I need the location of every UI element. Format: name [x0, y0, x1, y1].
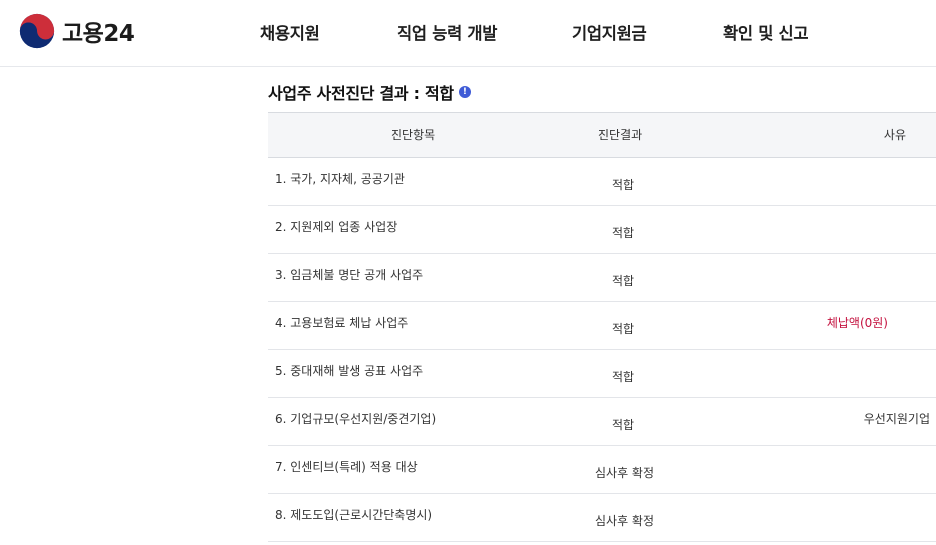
item-cell: 2. 지원제외 업종 사업장	[275, 220, 398, 234]
item-cell: 3. 임금체불 명단 공개 사업주	[275, 268, 424, 282]
table-row: 3. 임금체불 명단 공개 사업주 적합	[268, 254, 936, 302]
nav-item-business-subsidy[interactable]: 기업지원금	[572, 20, 647, 44]
column-header-item: 진단항목	[391, 128, 436, 142]
page-title: 사업주 사전진단 결과 : 적합 !	[268, 80, 471, 104]
item-cell: 7. 인센티브(특례) 적용 대상	[275, 460, 418, 474]
table-row: 7. 인센티브(특례) 적용 대상 심사후 확정	[268, 446, 936, 494]
table-row: 5. 중대재해 발생 공표 사업주 적합	[268, 350, 936, 398]
brand-name: 고용24	[62, 21, 135, 47]
table-row: 4. 고용보험료 체납 사업주 적합 체납액(0원)	[268, 302, 936, 350]
item-cell: 5. 중대재해 발생 공표 사업주	[275, 364, 424, 378]
table-header: 진단항목 진단결과 사유	[268, 113, 936, 158]
result-cell: 적합	[611, 322, 635, 336]
site-logo[interactable]: 고용24	[18, 13, 135, 49]
item-cell: 8. 제도도입(근로시간단축명시)	[275, 508, 433, 522]
table-row: 2. 지원제외 업종 사업장 적합	[268, 206, 936, 254]
site-header: 고용24 채용지원 직업 능력 개발 기업지원금 확인 및 신고	[0, 0, 936, 67]
result-cell: 적합	[611, 274, 635, 288]
result-cell: 적합	[611, 178, 635, 192]
table-row: 1. 국가, 지자체, 공공기관 적합	[268, 158, 936, 206]
nav-item-skills-development[interactable]: 직업 능력 개발	[397, 20, 497, 44]
page-title-text: 사업주 사전진단 결과 : 적합	[268, 84, 454, 103]
result-cell: 적합	[611, 370, 635, 384]
nav-item-recruitment[interactable]: 채용지원	[260, 20, 320, 44]
column-header-result: 진단결과	[598, 128, 643, 142]
column-header-reason: 사유	[883, 128, 906, 142]
result-cell: 적합	[611, 418, 635, 432]
result-cell: 적합	[611, 226, 635, 240]
item-cell: 6. 기업규모(우선지원/중견기업)	[275, 412, 437, 426]
nav-item-confirm-report[interactable]: 확인 및 신고	[723, 20, 809, 44]
item-cell: 1. 국가, 지자체, 공공기관	[275, 172, 405, 186]
arrears-amount-text: 체납액(0원)	[826, 316, 888, 330]
reason-cell: 우선지원기업	[863, 412, 930, 426]
result-cell: 심사후 확정	[595, 514, 655, 528]
result-cell: 심사후 확정	[595, 466, 655, 480]
item-cell: 4. 고용보험료 체납 사업주	[275, 316, 409, 330]
info-icon[interactable]: !	[458, 86, 471, 98]
table-row: 6. 기업규모(우선지원/중견기업) 적합 우선지원기업	[268, 398, 936, 446]
taegeuk-emblem-icon	[19, 13, 55, 49]
diagnosis-result-table: 진단항목 진단결과 사유 1. 국가, 지자체, 공공기관 적합 2. 지원제외…	[268, 112, 936, 542]
